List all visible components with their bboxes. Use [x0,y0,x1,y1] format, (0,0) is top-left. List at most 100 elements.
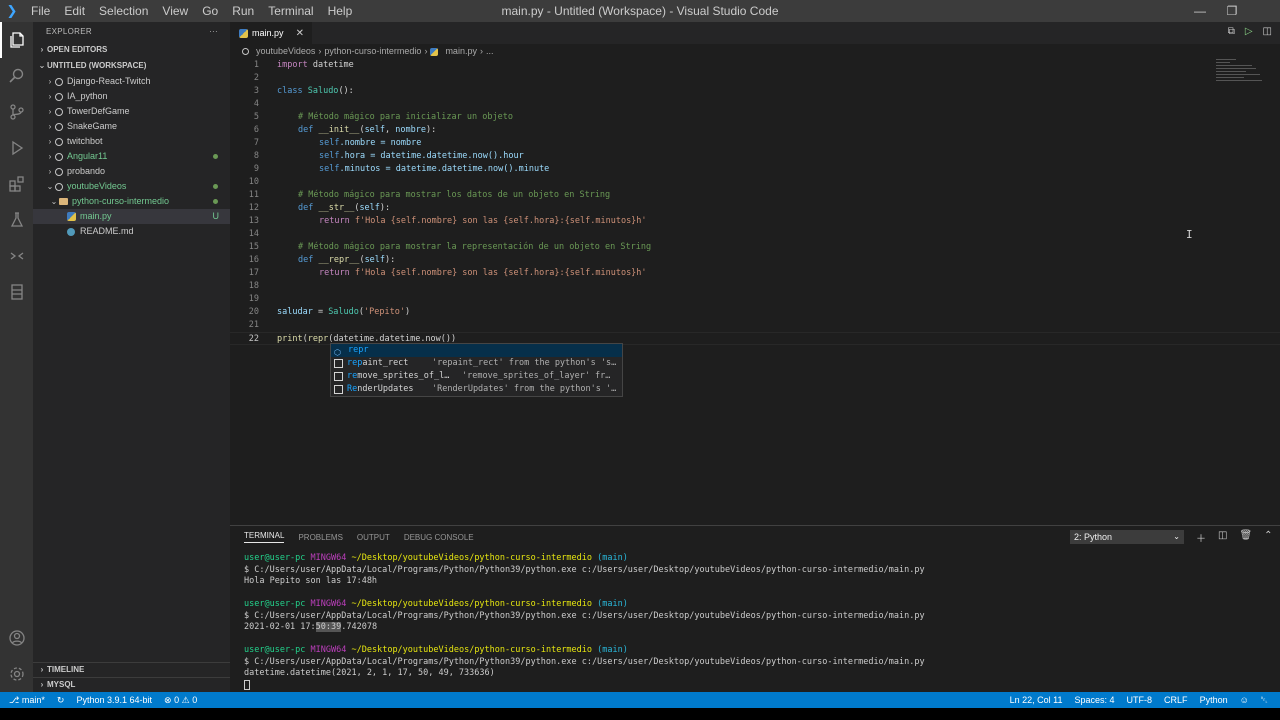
notifications-bell-icon[interactable]: ␇ [1261,695,1268,706]
tab-output[interactable]: OUTPUT [357,533,390,542]
terminal-output-line: Hola Pepito son las 17:48h [244,576,378,586]
testing-flask-icon[interactable] [0,202,33,238]
suggestion-rest: nderUpdates [357,384,414,394]
breadcrumb-item[interactable]: main.py [445,44,477,59]
tab-debug-console[interactable]: DEBUG CONSOLE [404,533,474,542]
chevron-right-icon: › [48,107,52,116]
code-line: 3 class Saludo(): [230,85,1280,98]
editor-area: main.py ✕ ⧉ ▷ ◫ youtubeVideos › python-c… [230,22,1280,525]
search-icon[interactable] [0,58,33,94]
code-token: __str__ [318,203,355,213]
menu-go[interactable]: Go [195,0,225,22]
code-editor[interactable]: 1 import datetime 2 3 class Saludo(): 4 5 #… [230,59,1280,345]
timeline-label: TIMELINE [47,665,85,674]
tree-item-django-react-twitch[interactable]: › Django-React-Twitch [33,74,230,89]
trash-icon[interactable]: 🗑 [1239,530,1252,545]
run-debug-icon[interactable] [0,130,33,166]
menu-help[interactable]: Help [321,0,360,22]
chevron-up-icon[interactable]: ⌃ [1264,530,1272,545]
tree-item-towerdefgame[interactable]: › TowerDefGame [33,104,230,119]
cursor-position[interactable]: Ln 22, Col 11 [1010,695,1063,705]
tab-terminal[interactable]: TERMINAL [244,531,285,543]
tree-item-twitchbot[interactable]: › twitchbot [33,134,230,149]
tree-item-label: main.py [80,211,112,221]
line-number: 11 [248,190,259,200]
title-bar: ❯ File Edit Selection View Go Run Termin… [0,0,1280,22]
terminal-select[interactable]: 2: Python ⌄ [1070,530,1184,544]
feedback-icon[interactable]: ☺ [1240,695,1249,705]
restore-icon[interactable]: ❐ [1216,0,1248,22]
indentation[interactable]: Spaces: 4 [1075,695,1115,705]
explorer-icon[interactable] [0,22,33,58]
output-part: 2021-02-01 17: [244,622,316,632]
new-terminal-icon[interactable]: ＋ [1196,530,1206,545]
tree-item-angular11[interactable]: › Angular11 [33,149,230,164]
menu-selection[interactable]: Selection [92,0,155,22]
menu-terminal[interactable]: Terminal [261,0,320,22]
code-token: ): [379,203,391,213]
code-token: self [364,125,386,135]
explorer-more-icon[interactable]: ··· [209,22,218,42]
extensions-icon[interactable] [0,166,33,202]
minimap[interactable] [1216,59,1266,99]
workspace-section[interactable]: ⌄ UNTITLED (WORKSPACE) [33,58,230,74]
split-terminal-icon[interactable]: ◫ [1218,530,1227,545]
language-mode[interactable]: Python [1200,695,1228,705]
suggestion-item[interactable]: repaint_rect 'repaint_rect' from the pyt… [331,357,622,370]
remote-explorer-icon[interactable] [0,238,33,274]
account-icon[interactable] [0,620,33,656]
menu-file[interactable]: File [24,0,57,22]
tab-problems[interactable]: PROBLEMS [298,533,342,542]
code-line: 9 self.minutos = datetime.datetime.now().… [230,163,1280,176]
suggestion-item[interactable]: remove_sprites_of_l… 'remove_sprites_of_… [331,370,622,383]
snippet-symbol-icon [334,372,343,381]
tree-item-main-py[interactable]: main.py U [33,209,230,224]
line-number: 2 [253,73,259,83]
breadcrumb-item[interactable]: python-curso-intermedio [324,44,421,59]
code-token: self [364,255,386,265]
tree-item-ia-python[interactable]: › IA_python [33,89,230,104]
code-line: 13 return f'Hola {self.nombre} son las {s… [230,215,1280,228]
open-editors-section[interactable]: › OPEN EDITORS [33,42,230,58]
tree-item-python-curso-intermedio[interactable]: ⌄ python-curso-intermedio [33,194,230,209]
terminal-output[interactable]: user@user-pc MINGW64 ~/Desktop/youtubeVi… [244,553,925,691]
python-interpreter[interactable]: Python 3.9.1 64-bit [76,695,152,705]
branch-status[interactable]: ⎇ main* [9,695,45,706]
menu-edit[interactable]: Edit [57,0,92,22]
breadcrumb-separator-icon: › [424,46,428,56]
code-token: self [359,203,380,213]
close-icon[interactable]: ✕ [296,28,304,39]
breadcrumb-separator-icon: › [479,46,483,56]
python-file-icon [239,28,248,38]
database-icon[interactable] [0,274,33,310]
source-control-icon[interactable] [0,94,33,130]
tab-main-py[interactable]: main.py ✕ [230,22,312,44]
menu-view[interactable]: View [155,0,195,22]
run-python-file-icon[interactable]: ▷ [1245,26,1253,37]
end-of-line[interactable]: CRLF [1164,695,1188,705]
problems-status[interactable]: ⊗ 0 ⚠ 0 [164,695,197,706]
breadcrumb-item[interactable]: ... [486,44,494,59]
menu-run[interactable]: Run [225,0,261,22]
sync-icon[interactable]: ↻ [57,695,65,706]
open-changes-icon[interactable]: ⧉ [1228,26,1235,37]
split-editor-icon[interactable]: ◫ [1263,26,1272,37]
tree-item-readme-md[interactable]: README.md [33,224,230,239]
repo-icon [55,107,63,116]
editor-actions: ⧉ ▷ ◫ [1228,26,1272,37]
encoding[interactable]: UTF-8 [1127,695,1153,705]
gear-icon[interactable] [0,656,33,692]
line-number: 6 [253,125,259,135]
prompt-env: MINGW64 [310,553,347,563]
mysql-section[interactable]: › MYSQL [33,677,230,692]
tree-item-youtubevideos[interactable]: ⌄ youtubeVideos [33,179,230,194]
breadcrumb-item[interactable]: youtubeVideos [256,44,315,59]
minimize-icon[interactable]: — [1184,0,1216,22]
suggestion-item[interactable]: ⬡ repr [331,344,622,357]
tree-item-snakegame[interactable]: › SnakeGame [33,119,230,134]
timeline-section[interactable]: › TIMELINE [33,662,230,677]
close-window-icon[interactable] [1248,0,1280,22]
tree-item-probando[interactable]: › probando [33,164,230,179]
prompt-env: MINGW64 [310,599,347,609]
suggestion-item[interactable]: RenderUpdates 'RenderUpdates' from the p… [331,383,622,396]
